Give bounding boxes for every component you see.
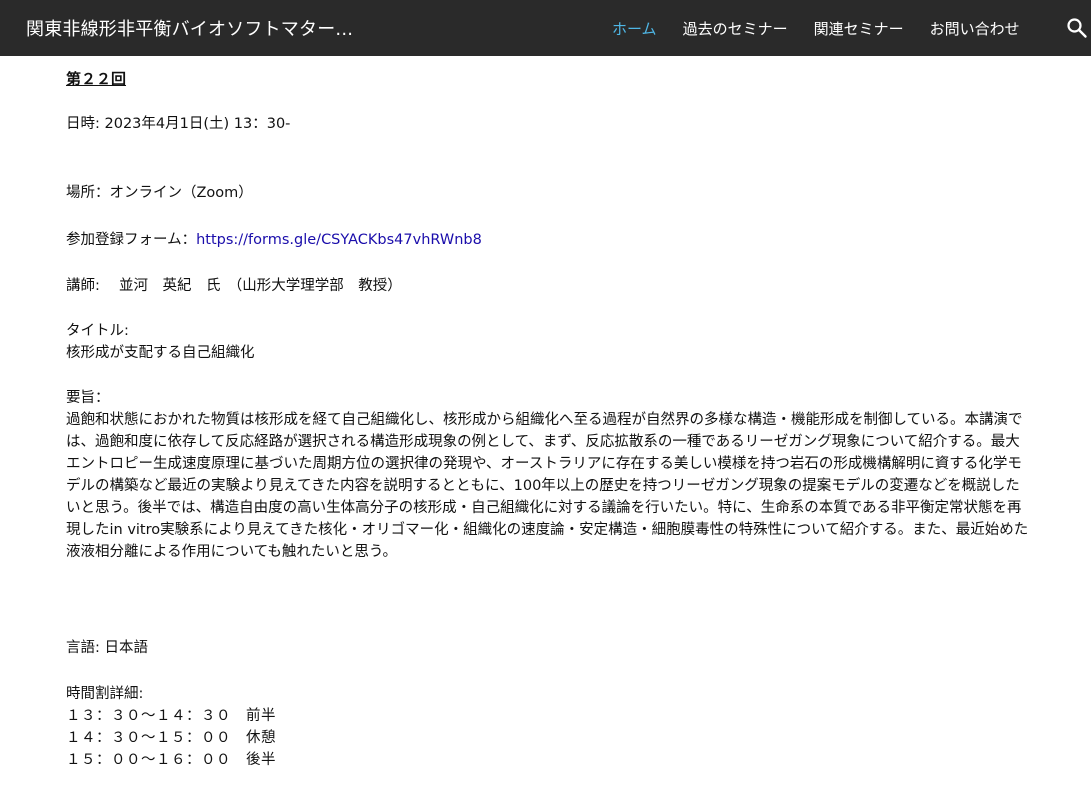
registration-line: 参加登録フォーム：https://forms.gle/CSYACKbs47vhR… <box>66 229 482 251</box>
nav-item-past-seminars[interactable]: 過去のセミナー <box>683 18 788 39</box>
schedule-item: １３：３０〜１４：３０ 前半 <box>66 708 276 724</box>
nav-menu: ホーム 過去のセミナー 関連セミナー お問い合わせ <box>612 18 1046 39</box>
registration-label: 参加登録フォーム： <box>66 232 197 248</box>
seminar-number: 第２２回 <box>66 70 127 88</box>
abstract-text: 過飽和状態におかれた物質は核形成を経て自己組織化し、核形成から組織化へ至る過程が… <box>66 412 1029 560</box>
nav-item-home[interactable]: ホーム <box>612 18 657 39</box>
schedule-label: 時間割詳細: <box>66 686 144 702</box>
seminar-venue: 場所：オンライン（Zoom） <box>66 185 253 201</box>
schedule-item: １５：００〜１６：００ 後半 <box>66 752 276 768</box>
site-title[interactable]: 関東非線形非平衡バイオソフトマター... <box>26 15 353 41</box>
language: 言語: 日本語 <box>66 640 148 656</box>
abstract-label: 要旨： <box>66 390 110 406</box>
lecturer: 講師: 並河 英紀 氏 （山形大学理学部 教授） <box>66 278 402 294</box>
title-label: タイトル: <box>66 323 129 339</box>
seminar-title: 核形成が支配する自己組織化 <box>66 345 255 361</box>
schedule-item: １４：３０〜１５：００ 休憩 <box>66 730 276 746</box>
registration-link[interactable]: https://forms.gle/CSYACKbs47vhRWnb8 <box>196 232 482 248</box>
seminar-date: 日時: 2023年4月1日(土) 13：30- <box>66 116 291 132</box>
nav-item-related-seminars[interactable]: 関連セミナー <box>814 18 904 39</box>
search-icon[interactable] <box>1066 17 1088 39</box>
nav-item-contact[interactable]: お問い合わせ <box>930 18 1020 39</box>
top-navbar: 関東非線形非平衡バイオソフトマター... ホーム 過去のセミナー 関連セミナー … <box>0 0 1091 56</box>
